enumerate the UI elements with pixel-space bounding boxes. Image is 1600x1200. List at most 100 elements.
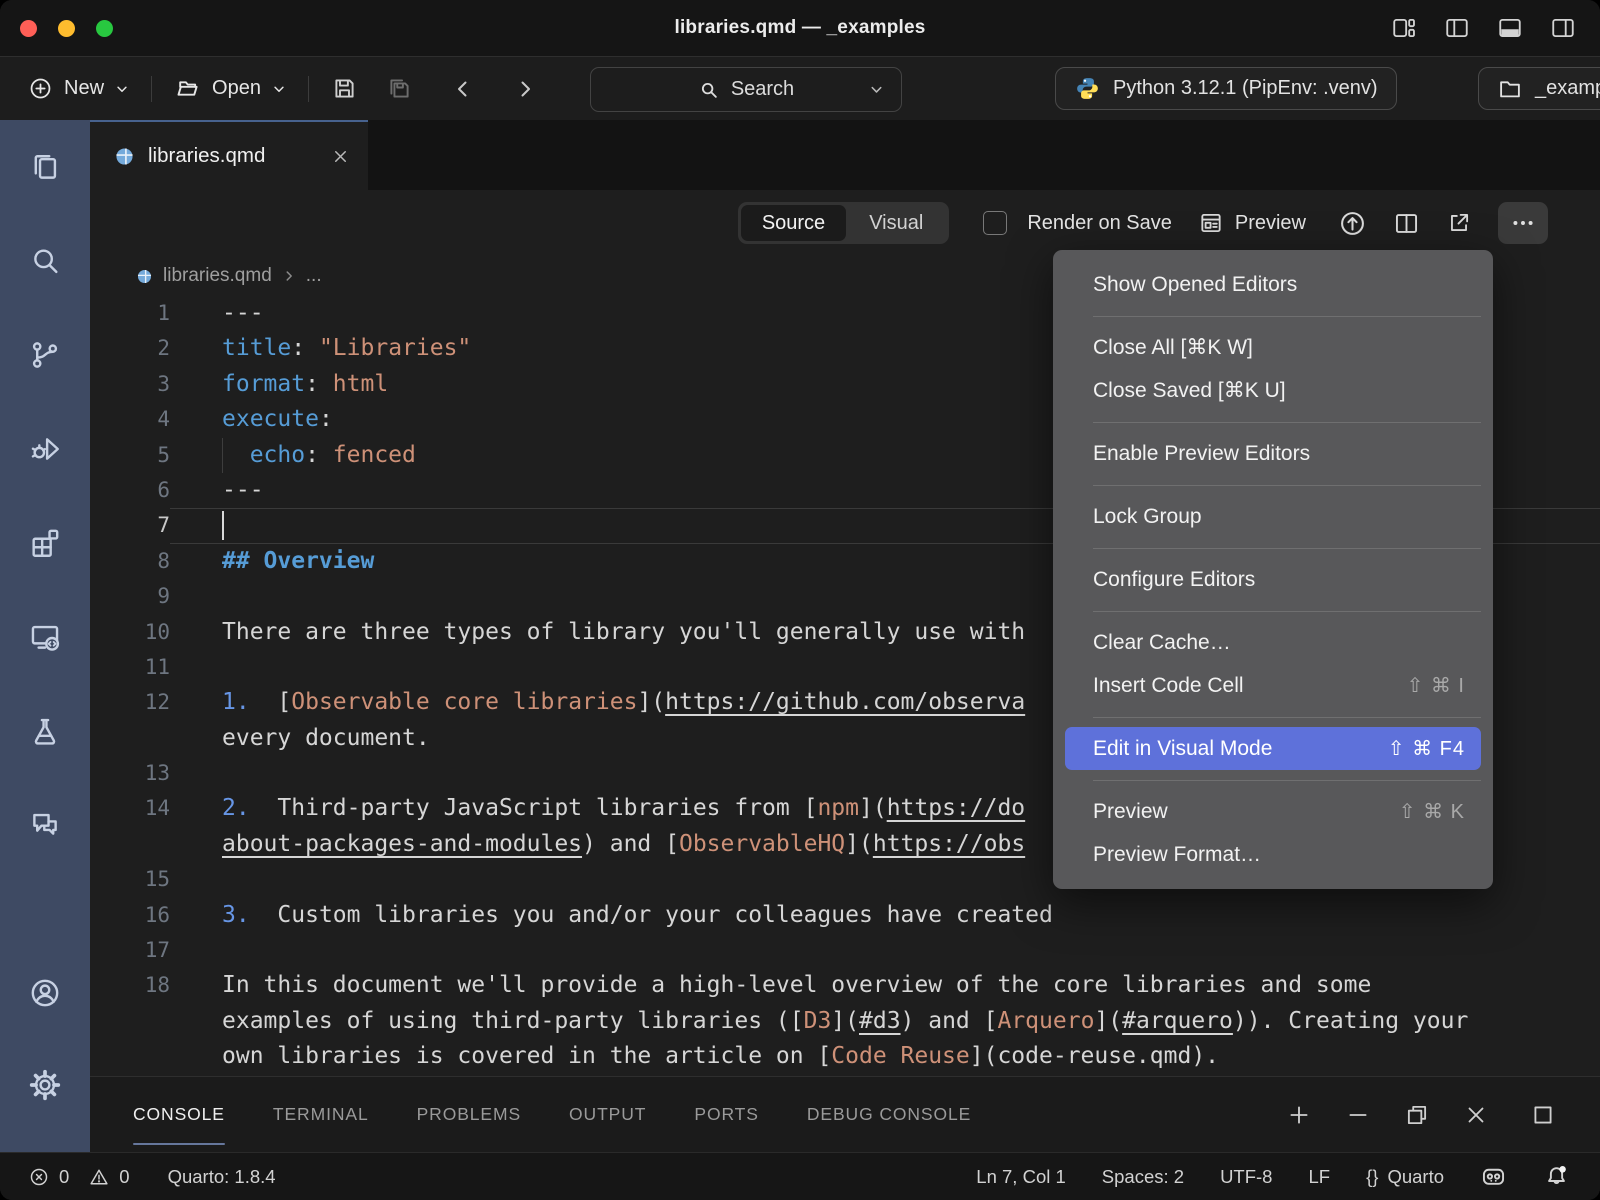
activity-bar — [0, 120, 90, 1152]
preview-button[interactable]: Preview — [1198, 210, 1306, 236]
panel-close-icon[interactable] — [1463, 1102, 1489, 1128]
copilot-icon[interactable] — [1480, 1163, 1507, 1190]
panel-plus-icon[interactable] — [1286, 1102, 1312, 1128]
menu-item-clear-cache[interactable]: Clear Cache… — [1053, 621, 1493, 664]
line-number: 18 — [90, 968, 170, 1003]
panel-tab-output[interactable]: OUTPUT — [569, 1077, 646, 1152]
indentation-status[interactable]: Spaces: 2 — [1102, 1166, 1184, 1188]
search-sidebar-icon[interactable] — [28, 244, 62, 278]
close-window-button[interactable] — [20, 20, 37, 37]
eol-status[interactable]: LF — [1308, 1166, 1330, 1188]
search-input[interactable]: Search — [590, 67, 902, 112]
line-number: 16 — [90, 898, 170, 933]
problems-status[interactable]: 0 0 — [28, 1166, 130, 1188]
menu-item-edit-in-visual-mode[interactable]: Edit in Visual Mode⇧ ⌘ F4 — [1065, 727, 1481, 770]
session-label: _examples — [1535, 77, 1600, 100]
cursor-position-status[interactable]: Ln 7, Col 1 — [976, 1166, 1065, 1188]
encoding-status[interactable]: UTF-8 — [1220, 1166, 1272, 1188]
publish-icon[interactable] — [1338, 209, 1367, 238]
source-mode-button[interactable]: Source — [741, 205, 846, 241]
menu-item-close-saved-k-u[interactable]: Close Saved [⌘K U] — [1053, 369, 1493, 412]
more-actions-button[interactable] — [1498, 202, 1548, 244]
panel-tab-terminal[interactable]: TERMINAL — [273, 1077, 369, 1152]
code-line-17[interactable]: 17 — [90, 933, 1600, 968]
panel-tab-ports[interactable]: PORTS — [694, 1077, 758, 1152]
chevron-down-icon — [115, 82, 129, 96]
menu-item-lock-group[interactable]: Lock Group — [1053, 495, 1493, 538]
menu-item-insert-code-cell[interactable]: Insert Code Cell⇧ ⌘ I — [1053, 664, 1493, 707]
split-editor-icon[interactable] — [1393, 210, 1420, 237]
folder-icon — [1497, 76, 1523, 102]
menu-separator — [1093, 422, 1481, 423]
panel-tab-debug-console[interactable]: DEBUG CONSOLE — [807, 1077, 971, 1152]
line-number: 7 — [90, 508, 170, 543]
quarto-version-status[interactable]: Quarto: 1.8.4 — [168, 1166, 276, 1188]
toggle-primary-sidebar-icon[interactable] — [1444, 15, 1470, 41]
open-button[interactable]: Open — [174, 75, 286, 102]
accounts-icon[interactable] — [28, 976, 62, 1010]
extensions-icon[interactable] — [28, 526, 62, 560]
search-placeholder: Search — [731, 78, 794, 101]
line-number: 8 — [90, 544, 170, 579]
session-folder-button[interactable]: _examples — [1478, 67, 1600, 110]
toggle-panel-icon[interactable] — [1497, 15, 1523, 41]
panel-restore-icon[interactable] — [1404, 1102, 1430, 1128]
editor-toolbar: Source Visual Render on Save Preview — [90, 190, 1600, 256]
line-number — [90, 721, 170, 756]
remote-explorer-icon[interactable] — [28, 620, 62, 654]
language-mode-status[interactable]: {} Quarto — [1366, 1166, 1444, 1188]
menu-item-close-all-k-w[interactable]: Close All [⌘K W] — [1053, 326, 1493, 369]
save-icon[interactable] — [331, 75, 358, 102]
menu-item-show-opened-editors[interactable]: Show Opened Editors — [1053, 263, 1493, 306]
chevron-down-icon[interactable] — [869, 82, 884, 97]
settings-gear-icon[interactable] — [28, 1068, 62, 1102]
search-icon — [698, 79, 720, 101]
menu-item-configure-editors[interactable]: Configure Editors — [1053, 558, 1493, 601]
quarto-file-icon — [114, 146, 135, 167]
zoom-window-button[interactable] — [96, 20, 113, 37]
notifications-bell-icon[interactable] — [1543, 1163, 1570, 1190]
menu-separator — [1093, 316, 1481, 317]
interpreter-selector[interactable]: Python 3.12.1 (PipEnv: .venv) — [1055, 67, 1397, 110]
save-all-icon[interactable] — [386, 75, 413, 102]
python-logo-icon — [1074, 75, 1101, 102]
back-icon[interactable] — [451, 77, 475, 101]
menu-item-enable-preview-editors[interactable]: Enable Preview Editors — [1053, 432, 1493, 475]
panel-tab-problems[interactable]: PROBLEMS — [417, 1077, 521, 1152]
run-debug-icon[interactable] — [28, 432, 62, 466]
code-line-16[interactable]: 163. Custom libraries you and/or your co… — [90, 898, 1600, 933]
chat-icon[interactable] — [28, 808, 62, 842]
tab-libraries-qmd[interactable]: libraries.qmd — [90, 120, 368, 190]
panel-minus-icon[interactable] — [1345, 1102, 1371, 1128]
code-line-wrap-21[interactable]: own libraries is covered in the article … — [90, 1039, 1600, 1074]
line-number: 11 — [90, 650, 170, 685]
breadcrumb-more[interactable]: ... — [306, 265, 322, 287]
forward-icon[interactable] — [513, 77, 537, 101]
warning-count: 0 — [119, 1166, 129, 1188]
breadcrumb-file[interactable]: libraries.qmd — [163, 265, 272, 287]
close-tab-icon[interactable] — [331, 147, 350, 166]
explorer-icon[interactable] — [28, 150, 62, 184]
testing-icon[interactable] — [28, 714, 62, 748]
panel-maximize-icon[interactable] — [1530, 1102, 1556, 1128]
minimize-window-button[interactable] — [58, 20, 75, 37]
indent-guide — [222, 438, 223, 473]
customize-layout-icon[interactable] — [1391, 15, 1417, 41]
visual-mode-button[interactable]: Visual — [846, 205, 946, 241]
render-on-save-checkbox[interactable] — [983, 211, 1007, 235]
menu-separator — [1093, 548, 1481, 549]
panel-tab-console[interactable]: CONSOLE — [133, 1077, 225, 1152]
quarto-file-icon — [136, 268, 153, 285]
menu-item-preview-format[interactable]: Preview Format… — [1053, 833, 1493, 876]
line-number: 6 — [90, 473, 170, 508]
menu-item-preview[interactable]: Preview⇧ ⌘ K — [1053, 790, 1493, 833]
status-bar: 0 0 Quarto: 1.8.4 Ln 7, Col 1 Spaces: 2 … — [0, 1152, 1600, 1200]
main-toolbar: New Open Search — [0, 56, 1600, 120]
new-button[interactable]: New — [28, 76, 129, 101]
source-control-icon[interactable] — [28, 338, 62, 372]
open-button-label: Open — [212, 77, 261, 100]
code-line-18[interactable]: 18In this document we'll provide a high-… — [90, 968, 1600, 1003]
code-line-wrap-20[interactable]: examples of using third-party libraries … — [90, 1004, 1600, 1039]
toggle-secondary-sidebar-icon[interactable] — [1550, 15, 1576, 41]
open-in-new-window-icon[interactable] — [1446, 210, 1472, 236]
